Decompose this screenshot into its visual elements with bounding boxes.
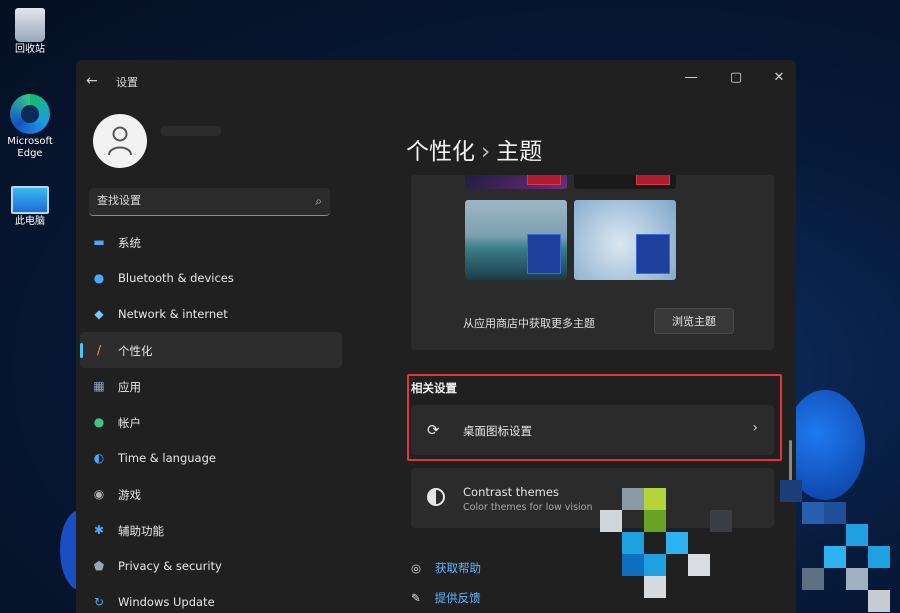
recycle-bin-label: 回收站	[15, 44, 45, 55]
active-indicator	[80, 343, 83, 358]
sidebar-item-bluetooth[interactable]: ● Bluetooth & devices	[80, 260, 342, 296]
this-pc-shortcut[interactable]: 此电脑	[4, 186, 56, 228]
this-pc-icon	[11, 186, 49, 214]
browse-themes-button[interactable]: 浏览主题	[654, 308, 734, 334]
contrast-icon	[427, 488, 445, 506]
theme-accent-swatch	[636, 175, 670, 185]
accessibility-icon: ✱	[93, 523, 105, 537]
user-icon	[108, 126, 132, 156]
get-help-link[interactable]: ◎ 获取帮助	[411, 560, 481, 576]
sidebar-item-gaming[interactable]: ◉ 游戏	[80, 476, 342, 512]
back-arrow-icon[interactable]: ←	[86, 72, 104, 90]
give-feedback-label: 提供反馈	[434, 591, 481, 605]
theme-thumbnail[interactable]	[465, 175, 567, 189]
give-feedback-link[interactable]: ✎ 提供反馈	[411, 590, 481, 606]
sidebar-item-accessibility[interactable]: ✱ 辅助功能	[80, 512, 342, 548]
sidebar-item-label: Network & internet	[118, 307, 228, 321]
sidebar-item-network[interactable]: ◆ Network & internet	[80, 296, 342, 332]
maximize-button[interactable]: ▢	[721, 66, 751, 90]
shield-icon: ⬟	[93, 559, 105, 573]
edge-label: Microsoft Edge	[7, 136, 53, 159]
window-title: 设置	[116, 76, 138, 89]
sidebar-item-label: 应用	[118, 380, 141, 394]
edge-shortcut[interactable]: Microsoft Edge	[4, 94, 56, 160]
feedback-icon: ✎	[411, 591, 421, 605]
bluetooth-icon: ●	[93, 271, 105, 285]
sidebar-nav: ▬ 系统 ● Bluetooth & devices ◆ Network & i…	[76, 224, 346, 613]
search-input[interactable]	[97, 194, 297, 207]
minimize-button[interactable]: —	[676, 66, 706, 90]
theme-accent-swatch	[527, 175, 561, 185]
themes-card: 从应用商店中获取更多主题 浏览主题	[411, 175, 774, 350]
recycle-bin-shortcut[interactable]: 回收站	[4, 8, 56, 56]
page-title: 主题	[496, 139, 543, 165]
contrast-themes-title: Contrast themes	[463, 485, 559, 499]
theme-thumbnail[interactable]	[574, 175, 676, 189]
sidebar-item-privacy[interactable]: ⬟ Privacy & security	[80, 548, 342, 584]
theme-accent-swatch	[636, 234, 670, 274]
user-name-redacted	[161, 126, 221, 136]
search-icon[interactable]: ⌕	[315, 194, 322, 209]
sidebar-item-label: 游戏	[118, 488, 141, 502]
breadcrumb: 个性化 › 主题	[406, 132, 542, 166]
sidebar-item-label: 辅助功能	[118, 524, 164, 538]
wifi-icon: ◆	[94, 307, 104, 321]
contrast-themes-subtitle: Color themes for low vision	[463, 502, 593, 513]
brush-icon: /	[96, 343, 102, 357]
sidebar-item-label: 系统	[118, 236, 141, 250]
theme-accent-swatch	[527, 234, 561, 274]
sidebar-item-windows-update[interactable]: ↻ Windows Update	[80, 584, 342, 613]
highlight-box	[407, 374, 782, 461]
update-icon: ↻	[93, 595, 105, 609]
apps-icon: ▦	[93, 379, 105, 393]
sidebar-item-label: 个性化	[118, 344, 153, 358]
sidebar-item-accounts[interactable]: ● 帐户	[80, 404, 342, 440]
store-themes-text: 从应用商店中获取更多主题	[463, 317, 595, 330]
theme-thumbnail[interactable]	[574, 200, 676, 280]
search-box[interactable]: ⌕	[89, 188, 330, 216]
edge-browser-icon	[10, 94, 50, 134]
sidebar-item-label: 帐户	[118, 416, 141, 430]
sidebar-item-apps[interactable]: ▦ 应用	[80, 368, 342, 404]
sidebar-item-time-language[interactable]: ◐ Time & language	[80, 440, 342, 476]
sidebar-item-label: Privacy & security	[118, 559, 222, 573]
help-icon: ◎	[411, 561, 422, 575]
sidebar-item-label: Time & language	[118, 451, 216, 465]
person-icon: ●	[93, 415, 105, 429]
theme-thumbnail[interactable]	[465, 200, 567, 280]
gamepad-icon: ◉	[93, 487, 105, 501]
sidebar-item-personalization[interactable]: / 个性化	[80, 332, 342, 368]
close-button[interactable]: ✕	[764, 66, 794, 90]
title-bar[interactable]: ← 设置 — ▢ ✕	[76, 60, 796, 100]
globe-clock-icon: ◐	[93, 451, 105, 465]
breadcrumb-separator: ›	[481, 139, 491, 165]
pixelated-logo-watermark	[600, 480, 900, 613]
sidebar-item-label: Windows Update	[118, 595, 215, 609]
avatar[interactable]	[93, 114, 147, 168]
sidebar-item-system[interactable]: ▬ 系统	[80, 224, 342, 260]
recycle-bin-icon	[15, 8, 45, 42]
breadcrumb-parent[interactable]: 个性化	[406, 139, 475, 165]
this-pc-label: 此电脑	[15, 216, 45, 227]
sidebar-item-label: Bluetooth & devices	[118, 271, 234, 285]
get-help-label: 获取帮助	[435, 561, 482, 575]
monitor-icon: ▬	[93, 235, 105, 249]
